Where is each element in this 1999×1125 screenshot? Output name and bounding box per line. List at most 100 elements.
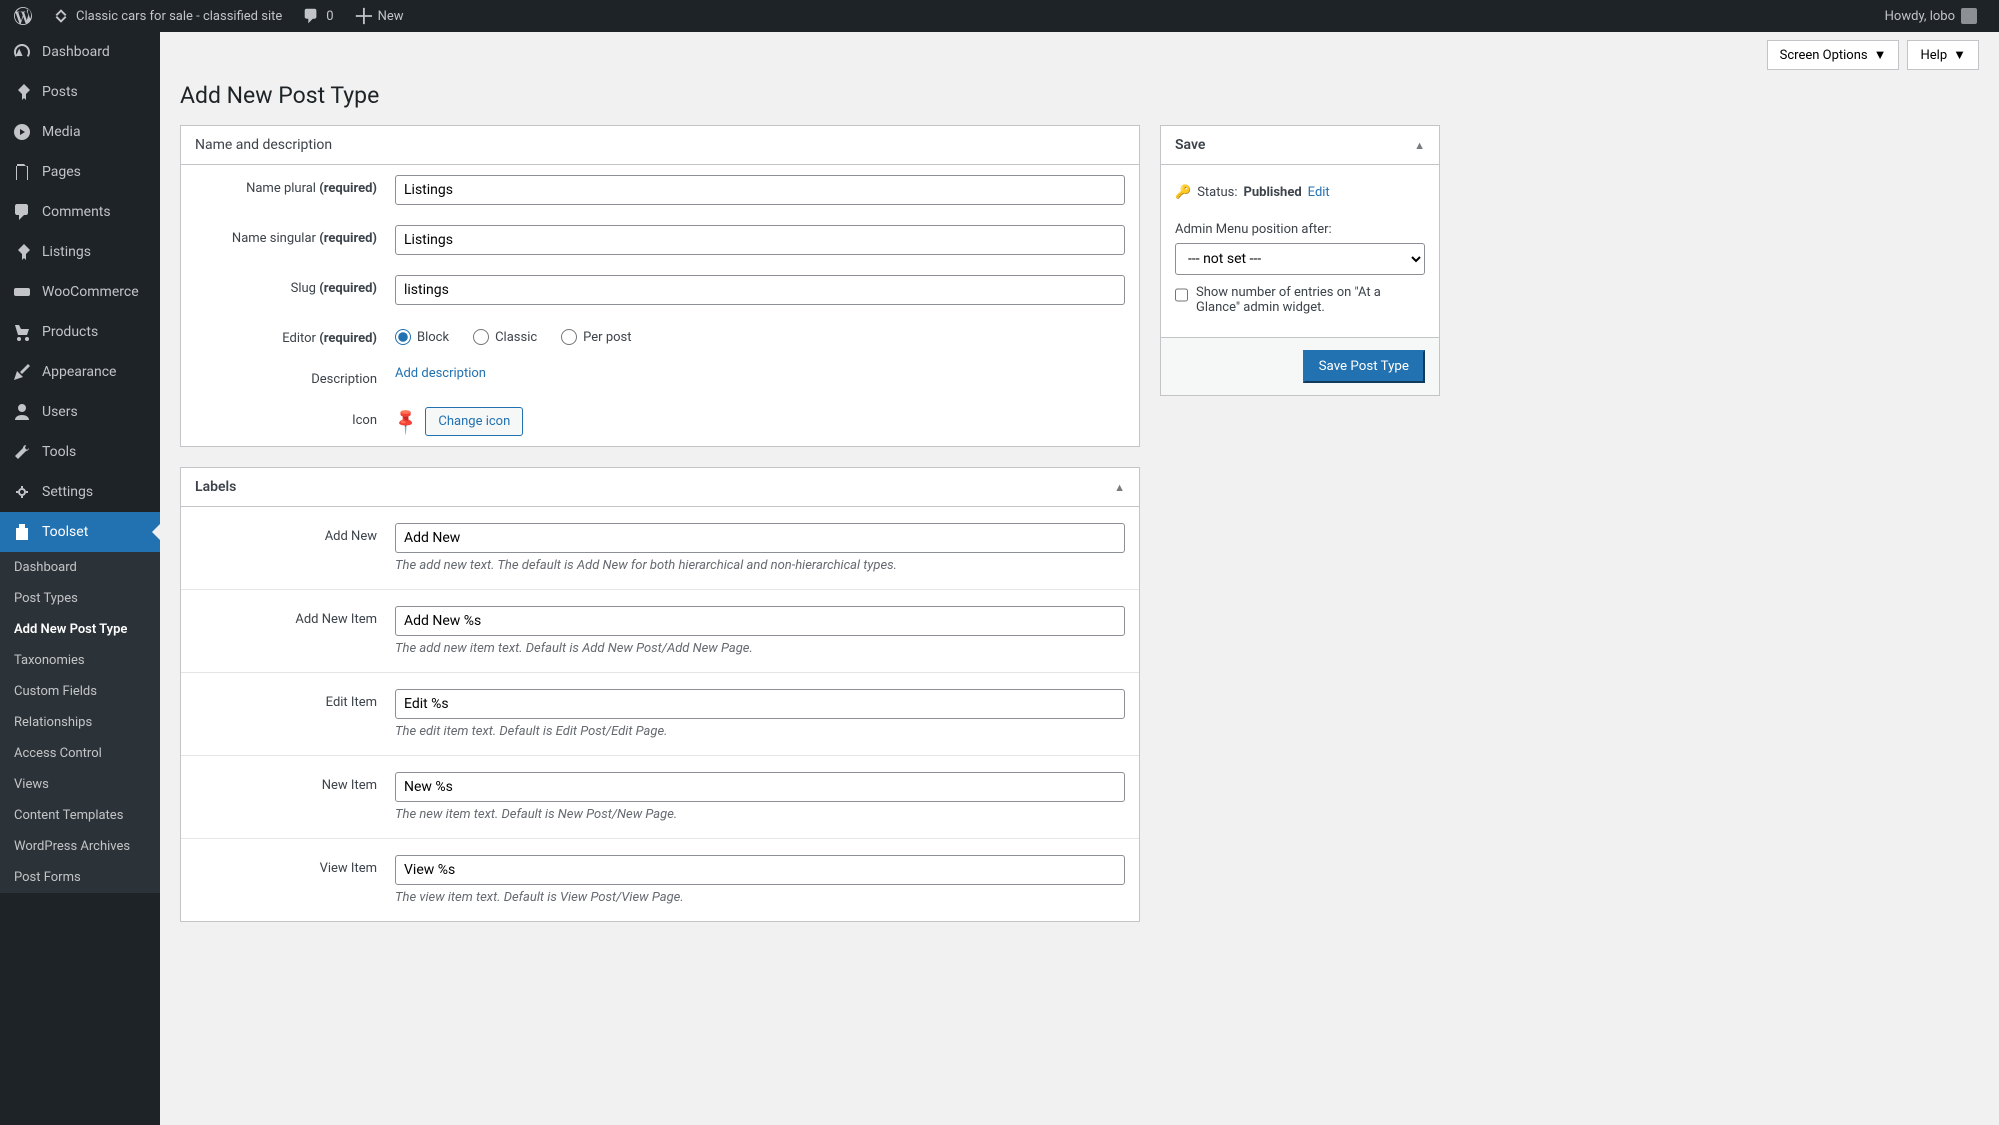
icon-label: Icon: [195, 407, 395, 428]
appearance-icon: [12, 362, 32, 382]
main-content: Screen Options ▼ Help ▼ Add New Post Typ…: [160, 32, 1999, 1125]
wp-logo[interactable]: [8, 0, 38, 32]
label-field-help: The edit item text. Default is Edit Post…: [395, 724, 1125, 739]
change-icon-button[interactable]: Change icon: [425, 407, 523, 436]
menu-position-select[interactable]: --- not set ---: [1175, 243, 1425, 275]
editor-classic-radio[interactable]: Classic: [473, 329, 537, 345]
settings-icon: [12, 482, 32, 502]
label-field-help: The new item text. Default is New Post/N…: [395, 807, 1125, 822]
edit-status-link[interactable]: Edit: [1308, 185, 1330, 200]
submenu-add-new-post-type[interactable]: Add New Post Type: [0, 614, 160, 645]
editor-perpost-radio[interactable]: Per post: [561, 329, 631, 345]
woo-icon: [12, 282, 32, 302]
new-link[interactable]: New: [348, 0, 410, 32]
user-greeting[interactable]: Howdy, lobo: [1879, 0, 1983, 32]
submenu-content-templates[interactable]: Content Templates: [0, 800, 160, 831]
name-plural-input[interactable]: [395, 175, 1125, 205]
label-field-input[interactable]: [395, 772, 1125, 802]
status-line: 🔑 Status: Published Edit: [1175, 177, 1425, 208]
dashboard-icon: [12, 42, 32, 62]
current-icon: 📌: [391, 406, 422, 437]
submenu-custom-fields[interactable]: Custom Fields: [0, 676, 160, 707]
submenu-relationships[interactable]: Relationships: [0, 707, 160, 738]
label-field-label: View Item: [195, 855, 395, 876]
menu-tools[interactable]: Tools: [0, 432, 160, 472]
submenu-post-forms[interactable]: Post Forms: [0, 862, 160, 893]
help-tab[interactable]: Help ▼: [1907, 40, 1979, 70]
avatar: [1961, 8, 1977, 24]
collapse-icon[interactable]: ▲: [1414, 139, 1425, 152]
chevron-down-icon: ▼: [1953, 47, 1966, 63]
menu-users[interactable]: Users: [0, 392, 160, 432]
menu-comments[interactable]: Comments: [0, 192, 160, 232]
submenu-access-control[interactable]: Access Control: [0, 738, 160, 769]
menu-dashboard[interactable]: Dashboard: [0, 32, 160, 72]
admin-bar: Classic cars for sale - classified site …: [0, 0, 1999, 32]
label-row: View Item The view item text. Default is…: [181, 838, 1139, 921]
panel-labels: Labels▲ Add New The add new text. The de…: [180, 467, 1140, 922]
menu-posts[interactable]: Posts: [0, 72, 160, 112]
label-row: Add New The add new text. The default is…: [181, 507, 1139, 589]
label-field-help: The add new item text. Default is Add Ne…: [395, 641, 1125, 656]
products-icon: [12, 322, 32, 342]
label-row: Add New Item The add new item text. Defa…: [181, 589, 1139, 672]
media-icon: [12, 122, 32, 142]
save-post-type-button[interactable]: Save Post Type: [1303, 350, 1425, 383]
submenu-dashboard[interactable]: Dashboard: [0, 552, 160, 583]
submenu-post-types[interactable]: Post Types: [0, 583, 160, 614]
menu-woocommerce[interactable]: WooCommerce: [0, 272, 160, 312]
label-field-input[interactable]: [395, 523, 1125, 553]
submenu-taxonomies[interactable]: Taxonomies: [0, 645, 160, 676]
panel-labels-header[interactable]: Labels▲: [181, 468, 1139, 507]
panel-header: Name and description: [181, 126, 1139, 165]
menu-pages[interactable]: Pages: [0, 152, 160, 192]
label-row: New Item The new item text. Default is N…: [181, 755, 1139, 838]
name-singular-label: Name singular (required): [195, 225, 395, 246]
menu-settings[interactable]: Settings: [0, 472, 160, 512]
slug-input[interactable]: [395, 275, 1125, 305]
new-label: New: [378, 9, 404, 24]
menu-media[interactable]: Media: [0, 112, 160, 152]
label-field-input[interactable]: [395, 689, 1125, 719]
label-field-label: Add New Item: [195, 606, 395, 627]
label-row: Edit Item The edit item text. Default is…: [181, 672, 1139, 755]
toolset-icon: [12, 522, 32, 542]
page-title: Add New Post Type: [180, 82, 1979, 109]
toolset-submenu: Dashboard Post Types Add New Post Type T…: [0, 552, 160, 893]
menu-products[interactable]: Products: [0, 312, 160, 352]
name-singular-input[interactable]: [395, 225, 1125, 255]
collapse-icon[interactable]: ▲: [1114, 481, 1125, 494]
editor-block-radio[interactable]: Block: [395, 329, 449, 345]
tools-icon: [12, 442, 32, 462]
key-icon: 🔑: [1175, 185, 1191, 200]
label-field-input[interactable]: [395, 855, 1125, 885]
submenu-wordpress-archives[interactable]: WordPress Archives: [0, 831, 160, 862]
menu-appearance[interactable]: Appearance: [0, 352, 160, 392]
label-field-input[interactable]: [395, 606, 1125, 636]
chevron-down-icon: ▼: [1874, 47, 1887, 63]
admin-sidebar: Dashboard Posts Media Pages Comments Lis…: [0, 32, 160, 1125]
submenu-views[interactable]: Views: [0, 769, 160, 800]
menu-position-label: Admin Menu position after:: [1175, 222, 1425, 237]
users-icon: [12, 402, 32, 422]
slug-label: Slug (required): [195, 275, 395, 296]
at-glance-checkbox[interactable]: Show number of entries on "At a Glance" …: [1175, 275, 1425, 325]
screen-options-tab[interactable]: Screen Options ▼: [1767, 40, 1900, 70]
label-field-label: Add New: [195, 523, 395, 544]
panel-save-header[interactable]: Save▲: [1161, 126, 1439, 165]
panel-save: Save▲ 🔑 Status: Published Edit Admin Men…: [1160, 125, 1440, 396]
comments-count: 0: [326, 9, 333, 24]
site-name: Classic cars for sale - classified site: [76, 9, 282, 24]
add-description-link[interactable]: Add description: [395, 366, 486, 381]
label-field-label: New Item: [195, 772, 395, 793]
pin-icon: [12, 82, 32, 102]
comments-link[interactable]: 0: [296, 0, 339, 32]
name-plural-label: Name plural (required): [195, 175, 395, 196]
panel-name-description: Name and description Name plural (requir…: [180, 125, 1140, 447]
site-link[interactable]: Classic cars for sale - classified site: [46, 0, 288, 32]
menu-listings[interactable]: Listings: [0, 232, 160, 272]
comments-icon: [12, 202, 32, 222]
description-label: Description: [195, 366, 395, 387]
label-field-label: Edit Item: [195, 689, 395, 710]
menu-toolset[interactable]: Toolset: [0, 512, 160, 552]
